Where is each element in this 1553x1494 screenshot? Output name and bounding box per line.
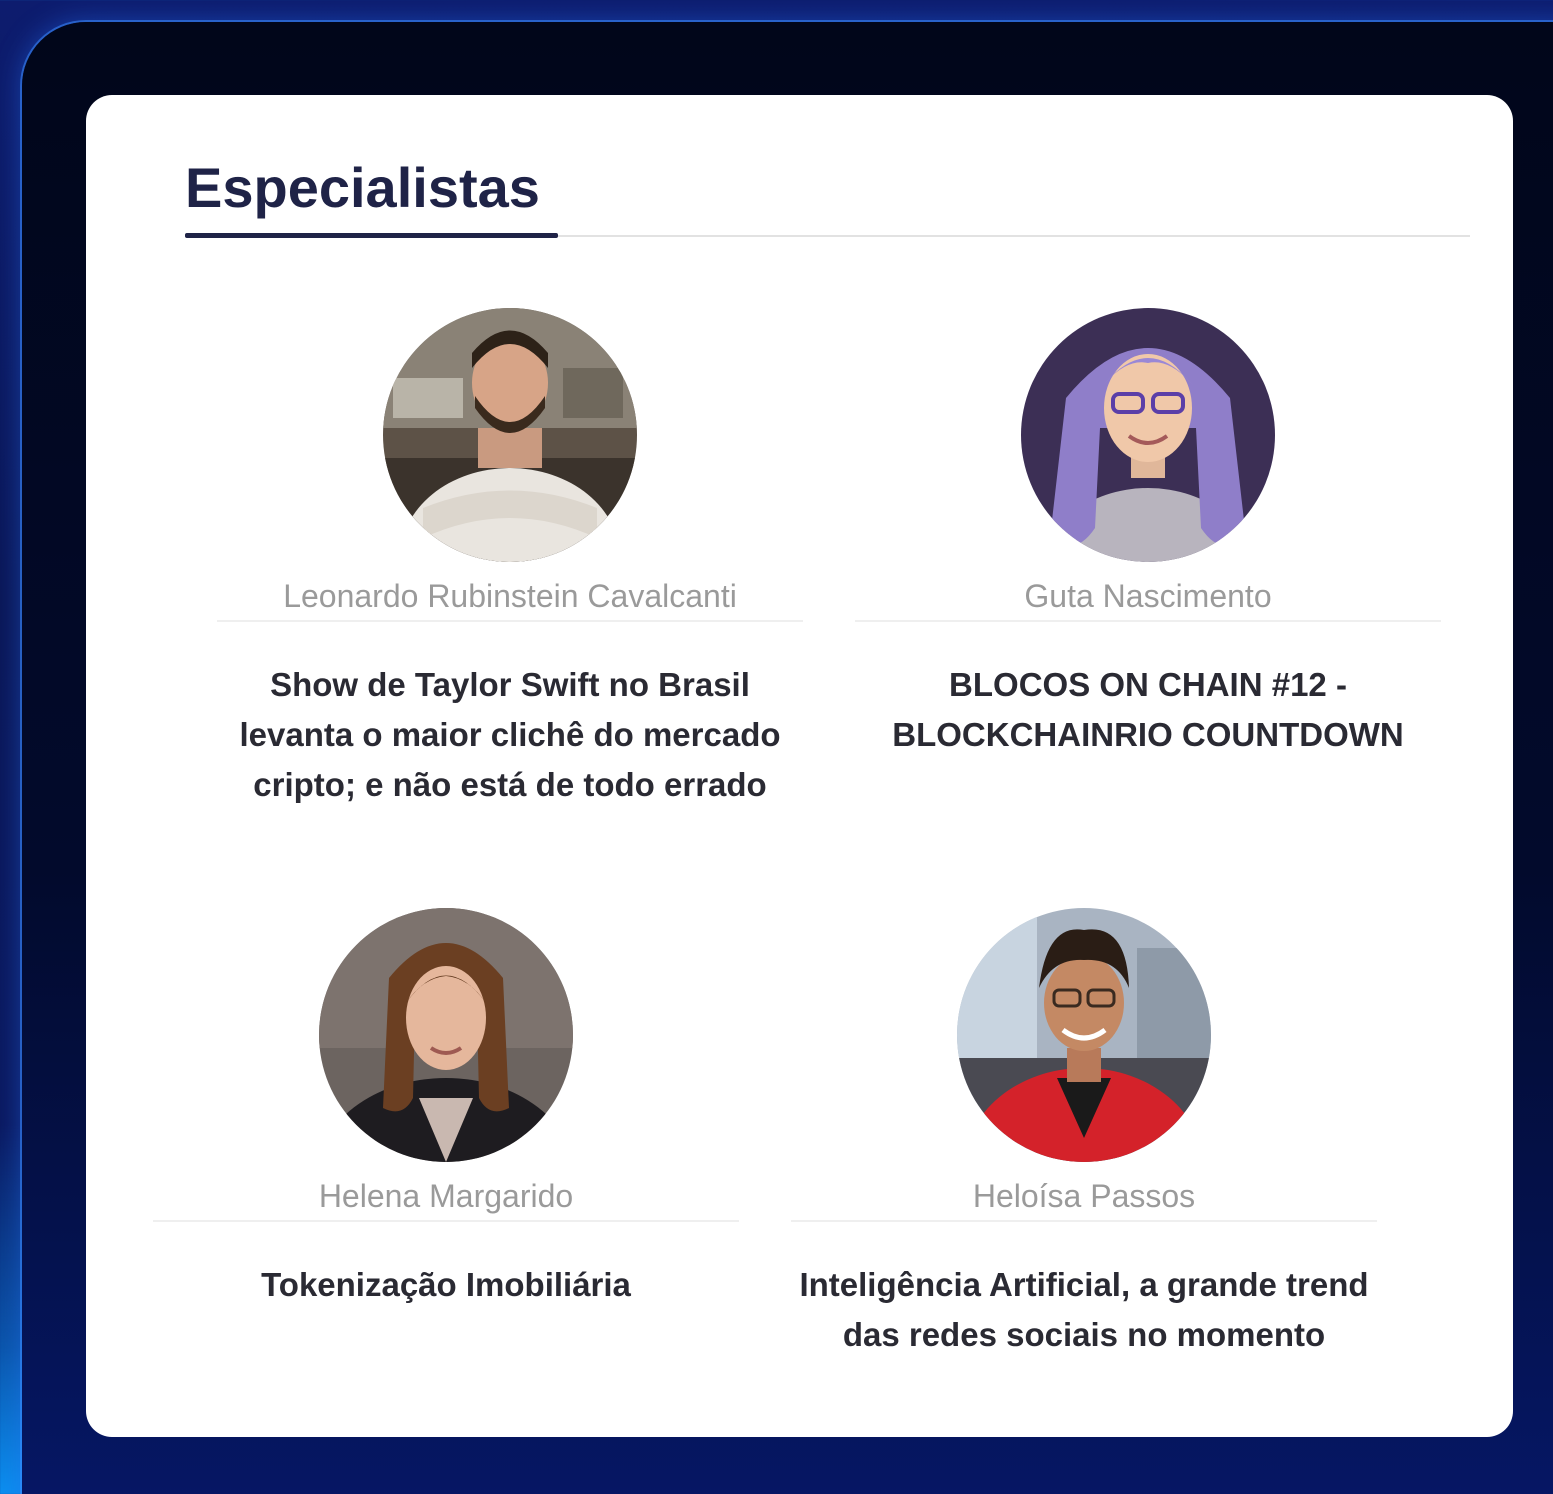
expert-name: Heloísa Passos [972, 1178, 1196, 1214]
expert-card[interactable]: Helena Margarido Tokenização Imobiliária [153, 908, 739, 1408]
expert-link[interactable]: Heloísa Passos Inteligência Artificial, … [791, 908, 1377, 1408]
expert-avatar[interactable] [1021, 308, 1275, 562]
expert-article-title[interactable]: Show de Taylor Swift no Brasil levanta o… [217, 660, 803, 810]
expert-card[interactable]: Heloísa Passos Inteligência Artificial, … [791, 908, 1377, 1408]
expert-link[interactable]: Leonardo Rubinstein Cavalcanti Show de T… [217, 308, 803, 808]
name-divider [855, 620, 1441, 622]
section-header: Especialistas [185, 145, 1470, 238]
expert-card[interactable]: Guta Nascimento BLOCOS ON CHAIN #12 - BL… [855, 308, 1441, 808]
name-divider [153, 1220, 739, 1222]
expert-link[interactable]: Guta Nascimento BLOCOS ON CHAIN #12 - BL… [855, 308, 1441, 808]
expert-article-title[interactable]: Inteligência Artificial, a grande trend … [791, 1260, 1377, 1360]
title-underline [185, 233, 558, 238]
expert-name: Guta Nascimento [1024, 578, 1272, 614]
expert-avatar[interactable] [957, 908, 1211, 1162]
expert-card[interactable]: Leonardo Rubinstein Cavalcanti Show de T… [217, 308, 803, 808]
section-title: Especialistas [185, 156, 540, 219]
name-divider [217, 620, 803, 622]
specialists-card: Especialistas Leonardo Rubinstein Cavalc… [86, 95, 1513, 1437]
expert-name: Leonardo Rubinstein Cavalcanti [283, 578, 737, 614]
expert-avatar[interactable] [383, 308, 637, 562]
name-divider [791, 1220, 1377, 1222]
expert-article-title[interactable]: BLOCOS ON CHAIN #12 - BLOCKCHAINRIO COUN… [855, 660, 1441, 760]
expert-name: Helena Margarido [318, 1178, 574, 1214]
expert-link[interactable]: Helena Margarido Tokenização Imobiliária [153, 908, 739, 1408]
expert-article-title[interactable]: Tokenização Imobiliária [153, 1260, 739, 1310]
expert-avatar[interactable] [319, 908, 573, 1162]
